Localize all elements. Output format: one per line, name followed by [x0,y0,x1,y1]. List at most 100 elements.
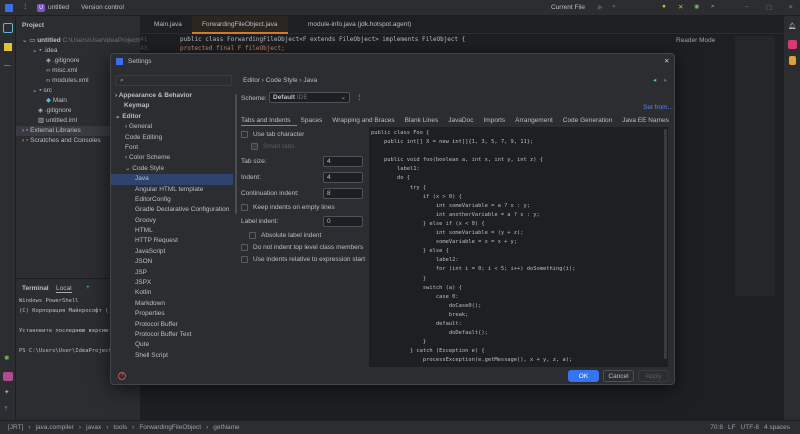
database-icon[interactable] [789,56,796,65]
label-indent-input[interactable]: 0 [323,216,363,227]
settings-search-input[interactable]: ⌕ [115,75,232,86]
collab-icon[interactable]: ● [662,3,666,10]
settings-nav-item[interactable]: JSON [111,257,233,267]
settings-nav-item[interactable]: EditorConfig [111,195,233,205]
settings-nav-item[interactable]: JSP [111,268,233,278]
settings-nav-item[interactable]: Gradle Declarative Configuration [111,205,233,215]
settings-tab[interactable]: Wrapping and Braces [332,117,394,124]
run-config-selector[interactable]: Current File [551,4,585,11]
vcs-selector[interactable]: Version control [81,4,124,11]
no-indent-top-checkbox[interactable]: Do not indent top level class members [241,244,363,251]
preview-scrollbar[interactable] [664,129,667,359]
breadcrumb-item[interactable]: Editor [243,77,260,84]
settings-nav-item[interactable]: Angular HTML template [111,185,233,195]
ok-button[interactable]: OK [568,370,599,382]
maximize-icon[interactable]: ▢ [766,3,772,11]
forward-icon[interactable]: ▸ [664,76,667,84]
breadcrumb-item[interactable]: [JRT] [8,424,23,431]
settings-nav-item[interactable]: ⌄ Code Style [111,164,233,174]
dialog-close-icon[interactable]: ✕ [664,57,669,65]
settings-nav-item[interactable]: JSPX [111,278,233,288]
more-tools-icon[interactable]: — [4,62,11,69]
settings-nav-item[interactable]: › General [111,122,233,132]
settings-nav-item[interactable]: Protocol Buffer Text [111,330,233,340]
caret-position[interactable]: 70:8 [710,424,723,431]
absolute-label-indent-checkbox[interactable]: Absolute label indent [249,232,321,239]
settings-nav-item[interactable]: Markdown [111,299,233,309]
help-icon[interactable]: ? [118,372,126,380]
settings-tab[interactable]: JavaDoc [448,117,473,124]
apply-button[interactable]: Apply [638,370,669,382]
settings-tab[interactable]: Tabs and Indents [241,117,291,124]
breadcrumb-item[interactable]: ForwardingFileObject [139,424,201,431]
minimize-icon[interactable]: – [745,3,749,10]
settings-nav-item[interactable]: Protocol Buffer [111,320,233,330]
scheme-menu-icon[interactable]: ⋮ [356,93,363,101]
settings-tab[interactable]: Code Generation [563,117,613,124]
set-from-link[interactable]: Set from... [643,104,673,111]
back-icon[interactable]: ◂ [653,76,656,84]
settings-tab[interactable]: Spaces [301,117,323,124]
cancel-button[interactable]: Cancel [603,370,634,382]
editor-tab-active[interactable]: ForwardingFileObject.java [192,16,288,34]
settings-nav-item[interactable]: Java [111,174,233,184]
reader-mode-button[interactable]: Reader Mode [676,37,715,44]
terminal-tool-icon[interactable] [3,372,13,381]
settings-nav-item[interactable]: Code Editing [111,133,233,143]
editor-tab[interactable]: module-info.java (jdk.hotspot.agent) [308,21,411,28]
relative-indents-checkbox[interactable]: Use indents relative to expression start [241,256,365,263]
tab-size-input[interactable]: 4 [323,156,363,167]
settings-nav-item[interactable]: Shell Script [111,351,233,361]
new-tab-icon[interactable]: + [86,284,90,291]
debug-icon[interactable]: ● [612,3,616,10]
run-icon[interactable]: ▶ [598,3,603,11]
breadcrumb-item[interactable]: java.compiler [36,424,74,431]
git-icon[interactable]: ᛘ [4,406,8,413]
breadcrumb-item[interactable]: getName [213,424,239,431]
settings-nav-item[interactable]: ⌄ Editor [111,112,233,122]
close-icon[interactable]: ✕ [788,3,793,11]
continuation-indent-input[interactable]: 8 [323,188,363,199]
settings-nav-item[interactable]: Kotlin [111,288,233,298]
ai-icon[interactable]: ✺ [694,3,699,11]
search-icon[interactable]: ⌕ [711,3,715,11]
settings-tab[interactable]: Imports [484,117,506,124]
use-tab-checkbox[interactable]: Use tab character [241,131,304,138]
breadcrumb-item[interactable]: javax [86,424,101,431]
scheme-select[interactable]: Default IDE⌄ [269,92,350,103]
main-menu-icon[interactable]: ⋮ [22,2,29,10]
settings-nav-item[interactable]: › Color Scheme [111,153,233,163]
build-icon[interactable]: ✕ [678,3,683,11]
terminal-tab-local[interactable]: Local [56,285,72,293]
tree-item[interactable]: ⌄ ▭ untitled C:\Users\User\IdeaProjects\… [16,36,140,46]
settings-nav-item[interactable]: Properties [111,309,233,319]
keep-indents-checkbox[interactable]: Keep indents on empty lines [241,204,335,211]
settings-tab[interactable]: Blank Lines [405,117,439,124]
project-tool-icon[interactable] [3,23,13,33]
structure-icon[interactable] [4,43,12,51]
breadcrumb-item[interactable]: Code Style [266,77,298,84]
minimap[interactable] [735,36,775,296]
settings-tab[interactable]: Java EE Names [622,117,669,124]
services-icon[interactable]: ✱ [4,354,9,362]
plugin-icon[interactable] [788,40,797,49]
settings-nav-item[interactable]: HTML [111,226,233,236]
settings-nav-item[interactable]: Font [111,143,233,153]
indent-input[interactable]: 4 [323,172,363,183]
nav-scrollbar[interactable] [235,94,237,214]
editor-tab[interactable]: Main.java [154,21,182,28]
project-panel-title[interactable]: Project [22,22,44,29]
breadcrumb-item[interactable]: tools [113,424,127,431]
settings-nav-item[interactable]: JavaScript [111,247,233,257]
encoding[interactable]: UTF-8 [741,424,759,431]
settings-nav-item[interactable]: › Appearance & Behavior [111,91,233,101]
settings-nav-item[interactable]: HTTP Request [111,236,233,246]
project-selector[interactable]: untitled [48,4,69,11]
settings-nav-item[interactable]: Qute [111,340,233,350]
problems-icon[interactable]: ✦ [4,388,9,396]
settings-nav-item[interactable]: Groovy [111,216,233,226]
settings-tab[interactable]: Arrangement [515,117,553,124]
settings-nav-item[interactable]: Keymap [111,101,233,111]
notifications-icon[interactable]: 🔔︎ [788,22,796,30]
indent-setting[interactable]: 4 spaces [764,424,790,431]
